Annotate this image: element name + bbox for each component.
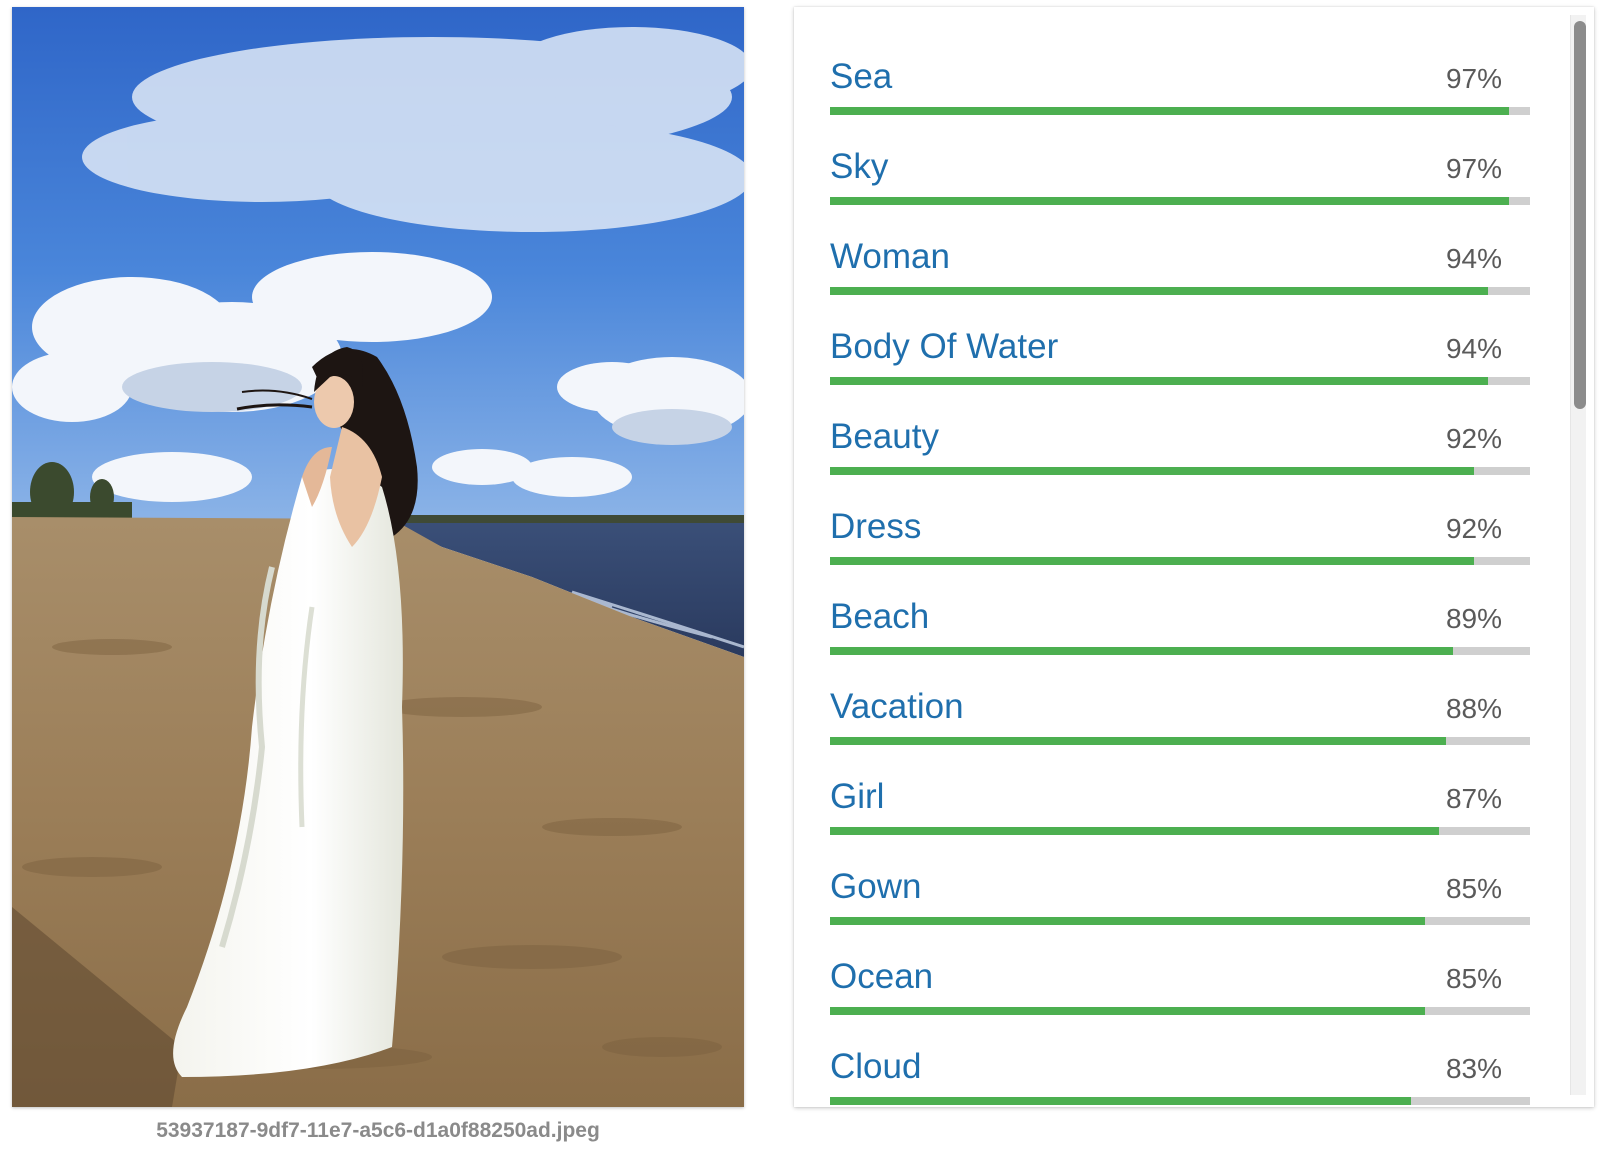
label-name: Sky bbox=[830, 147, 889, 186]
image-filename: 53937187-9df7-11e7-a5c6-d1a0f88250ad.jpe… bbox=[156, 1119, 600, 1142]
label-row: Cloud 83% bbox=[830, 1045, 1530, 1107]
confidence-bar-fill bbox=[830, 917, 1425, 925]
beach-photo bbox=[12, 7, 744, 1107]
label-list: Sea 97% Sky 97% Woman 94% Body Of Water 94% Beau… bbox=[830, 55, 1530, 1107]
confidence-bar-track bbox=[830, 377, 1530, 385]
label-percent: 97% bbox=[1445, 153, 1502, 184]
confidence-bar-track bbox=[830, 557, 1530, 565]
confidence-bar-fill bbox=[830, 737, 1446, 745]
label-percent: 94% bbox=[1445, 333, 1502, 364]
label-name: Beauty bbox=[830, 417, 939, 456]
label-percent: 97% bbox=[1445, 63, 1502, 94]
label-name: Gown bbox=[830, 867, 922, 906]
confidence-bar-track bbox=[830, 737, 1530, 745]
label-row: Vacation 88% bbox=[830, 685, 1530, 775]
confidence-bar-fill bbox=[830, 287, 1488, 295]
page: 53937187-9df7-11e7-a5c6-d1a0f88250ad.jpe… bbox=[0, 0, 1604, 1152]
label-row: Sky 97% bbox=[830, 145, 1530, 235]
label-percent: 92% bbox=[1445, 423, 1502, 454]
label-name: Sea bbox=[830, 57, 893, 96]
confidence-bar-fill bbox=[830, 827, 1439, 835]
confidence-bar-fill bbox=[830, 1097, 1411, 1105]
label-name: Dress bbox=[830, 507, 922, 546]
label-row: Girl 87% bbox=[830, 775, 1530, 865]
scrollbar[interactable] bbox=[1570, 15, 1586, 1095]
label-percent: 87% bbox=[1445, 783, 1502, 814]
label-row: Beauty 92% bbox=[830, 415, 1530, 505]
label-name: Beach bbox=[830, 597, 930, 636]
label-name: Ocean bbox=[830, 957, 934, 996]
label-percent: 94% bbox=[1445, 243, 1502, 274]
confidence-bar-fill bbox=[830, 557, 1474, 565]
label-results-panel[interactable]: Sea 97% Sky 97% Woman 94% Body Of Water 94% Beau… bbox=[794, 7, 1594, 1107]
confidence-bar-track bbox=[830, 467, 1530, 475]
label-row: Beach 89% bbox=[830, 595, 1530, 685]
label-name: Woman bbox=[830, 237, 950, 276]
label-percent: 89% bbox=[1445, 603, 1502, 634]
confidence-bar-track bbox=[830, 1007, 1530, 1015]
confidence-bar-track bbox=[830, 287, 1530, 295]
label-row: Ocean 85% bbox=[830, 955, 1530, 1045]
confidence-bar-track bbox=[830, 197, 1530, 205]
confidence-bar-fill bbox=[830, 197, 1509, 205]
scrollbar-thumb[interactable] bbox=[1574, 21, 1586, 409]
photo-panel: 53937187-9df7-11e7-a5c6-d1a0f88250ad.jpe… bbox=[12, 7, 744, 1142]
label-name: Girl bbox=[830, 777, 885, 816]
label-row: Dress 92% bbox=[830, 505, 1530, 595]
label-name: Vacation bbox=[830, 687, 964, 726]
label-row: Body Of Water 94% bbox=[830, 325, 1530, 415]
label-name: Cloud bbox=[830, 1047, 922, 1086]
label-name: Body Of Water bbox=[830, 327, 1059, 366]
label-row: Gown 85% bbox=[830, 865, 1530, 955]
label-row: Woman 94% bbox=[830, 235, 1530, 325]
confidence-bar-fill bbox=[830, 377, 1488, 385]
label-percent: 92% bbox=[1445, 513, 1502, 544]
label-percent: 83% bbox=[1445, 1053, 1502, 1084]
confidence-bar-fill bbox=[830, 647, 1453, 655]
confidence-bar-track bbox=[830, 917, 1530, 925]
label-row: Sea 97% bbox=[830, 55, 1530, 145]
confidence-bar-track bbox=[830, 827, 1530, 835]
label-percent: 85% bbox=[1445, 963, 1502, 994]
confidence-bar-fill bbox=[830, 1007, 1425, 1015]
confidence-bar-track bbox=[830, 107, 1530, 115]
confidence-bar-track bbox=[830, 647, 1530, 655]
label-percent: 88% bbox=[1445, 693, 1502, 724]
confidence-bar-fill bbox=[830, 107, 1509, 115]
confidence-bar-fill bbox=[830, 467, 1474, 475]
confidence-bar-track bbox=[830, 1097, 1530, 1105]
label-percent: 85% bbox=[1445, 873, 1502, 904]
